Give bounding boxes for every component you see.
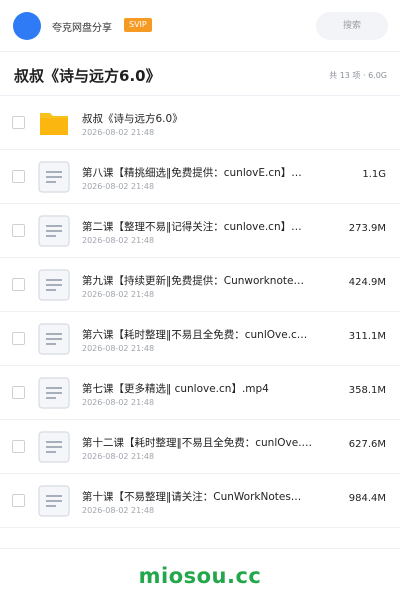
row-checkbox[interactable] — [12, 386, 25, 399]
file-date: 2026-08-02 21:48 — [82, 236, 155, 245]
svip-badge: SVIP — [124, 18, 152, 32]
row-checkbox[interactable] — [12, 440, 25, 453]
file-size: 424.9M — [348, 277, 386, 288]
avatar[interactable] — [13, 12, 41, 40]
file-name: 第十课【不易整理‖请关注：CunWorkNotes… — [82, 491, 302, 503]
list-item[interactable]: 第八课【精挑细选‖免费提供：cunlovE.cn】… 2026-08-02 21… — [0, 150, 400, 204]
file-size: 984.4M — [348, 493, 386, 504]
row-checkbox[interactable] — [12, 116, 25, 129]
list-item[interactable]: 第九课【持续更新‖免费提供：Cunworknote… 2026-08-02 21… — [0, 258, 400, 312]
file-list: 叔叔《诗与远方6.0》 2026-08-02 21:48 第八课【精挑细选‖免费… — [0, 96, 400, 528]
file-name: 第八课【精挑细选‖免费提供：cunlovE.cn】… — [82, 167, 302, 179]
file-date: 2026-08-02 21:48 — [82, 452, 155, 461]
list-item[interactable]: 第六课【耗时整理‖不易且全免费：cunlOve.c… 2026-08-02 21… — [0, 312, 400, 366]
folder-icon — [40, 113, 68, 135]
folder-header: 叔叔《诗与远方6.0》 共 13 项 · 6.0G — [0, 52, 400, 96]
document-icon — [38, 269, 70, 301]
list-item[interactable]: 第二课【整理不易‖记得关注：cunlove.cn】… 2026-08-02 21… — [0, 204, 400, 258]
row-checkbox[interactable] — [12, 494, 25, 507]
document-icon — [38, 377, 70, 409]
file-size: 358.1M — [348, 385, 386, 396]
row-checkbox[interactable] — [12, 224, 25, 237]
folder-summary: 共 13 项 · 6.0G — [329, 71, 387, 80]
file-name: 第十二课【耗时整理‖不易且全免费：cunlOve.… — [82, 437, 313, 449]
row-checkbox[interactable] — [12, 332, 25, 345]
row-checkbox[interactable] — [12, 278, 25, 291]
app-header: 夸克网盘分享 SVIP 搜索 — [0, 0, 400, 52]
file-name: 第七课【更多精选‖ cunlove.cn】.mp4 — [82, 383, 269, 395]
document-icon — [38, 485, 70, 517]
file-name: 第六课【耗时整理‖不易且全免费：cunlOve.c… — [82, 329, 308, 341]
file-date: 2026-08-02 21:48 — [82, 344, 155, 353]
list-item[interactable]: 第十课【不易整理‖请关注：CunWorkNotes… 2026-08-02 21… — [0, 474, 400, 528]
list-item[interactable]: 第十二课【耗时整理‖不易且全免费：cunlOve.… 2026-08-02 21… — [0, 420, 400, 474]
document-icon — [38, 431, 70, 463]
brand-name: 夸克网盘分享 — [52, 23, 112, 34]
document-icon — [38, 323, 70, 355]
file-date: 2026-08-02 21:48 — [82, 290, 155, 299]
file-size: 273.9M — [348, 223, 386, 234]
file-date: 2026-08-02 21:48 — [82, 398, 155, 407]
list-item[interactable]: 叔叔《诗与远方6.0》 2026-08-02 21:48 — [0, 96, 400, 150]
file-size: 627.6M — [348, 439, 386, 450]
file-name: 第九课【持续更新‖免费提供：Cunworknote… — [82, 275, 304, 287]
row-checkbox[interactable] — [12, 170, 25, 183]
file-size: 311.1M — [348, 331, 386, 342]
file-date: 2026-08-02 21:48 — [82, 506, 155, 515]
file-date: 2026-08-02 21:48 — [82, 128, 155, 137]
document-icon — [38, 215, 70, 247]
page-footer: miosou.cc — [0, 548, 400, 600]
document-icon — [38, 161, 70, 193]
page-title: 叔叔《诗与远方6.0》 — [14, 67, 161, 85]
list-item[interactable]: 第七课【更多精选‖ cunlove.cn】.mp4 2026-08-02 21:… — [0, 366, 400, 420]
file-date: 2026-08-02 21:48 — [82, 182, 155, 191]
file-name: 第二课【整理不易‖记得关注：cunlove.cn】… — [82, 221, 302, 233]
file-size: 1.1G — [362, 169, 386, 180]
search-input[interactable]: 搜索 — [316, 12, 388, 40]
watermark-text: miosou.cc — [138, 564, 262, 588]
file-name: 叔叔《诗与远方6.0》 — [82, 113, 183, 125]
